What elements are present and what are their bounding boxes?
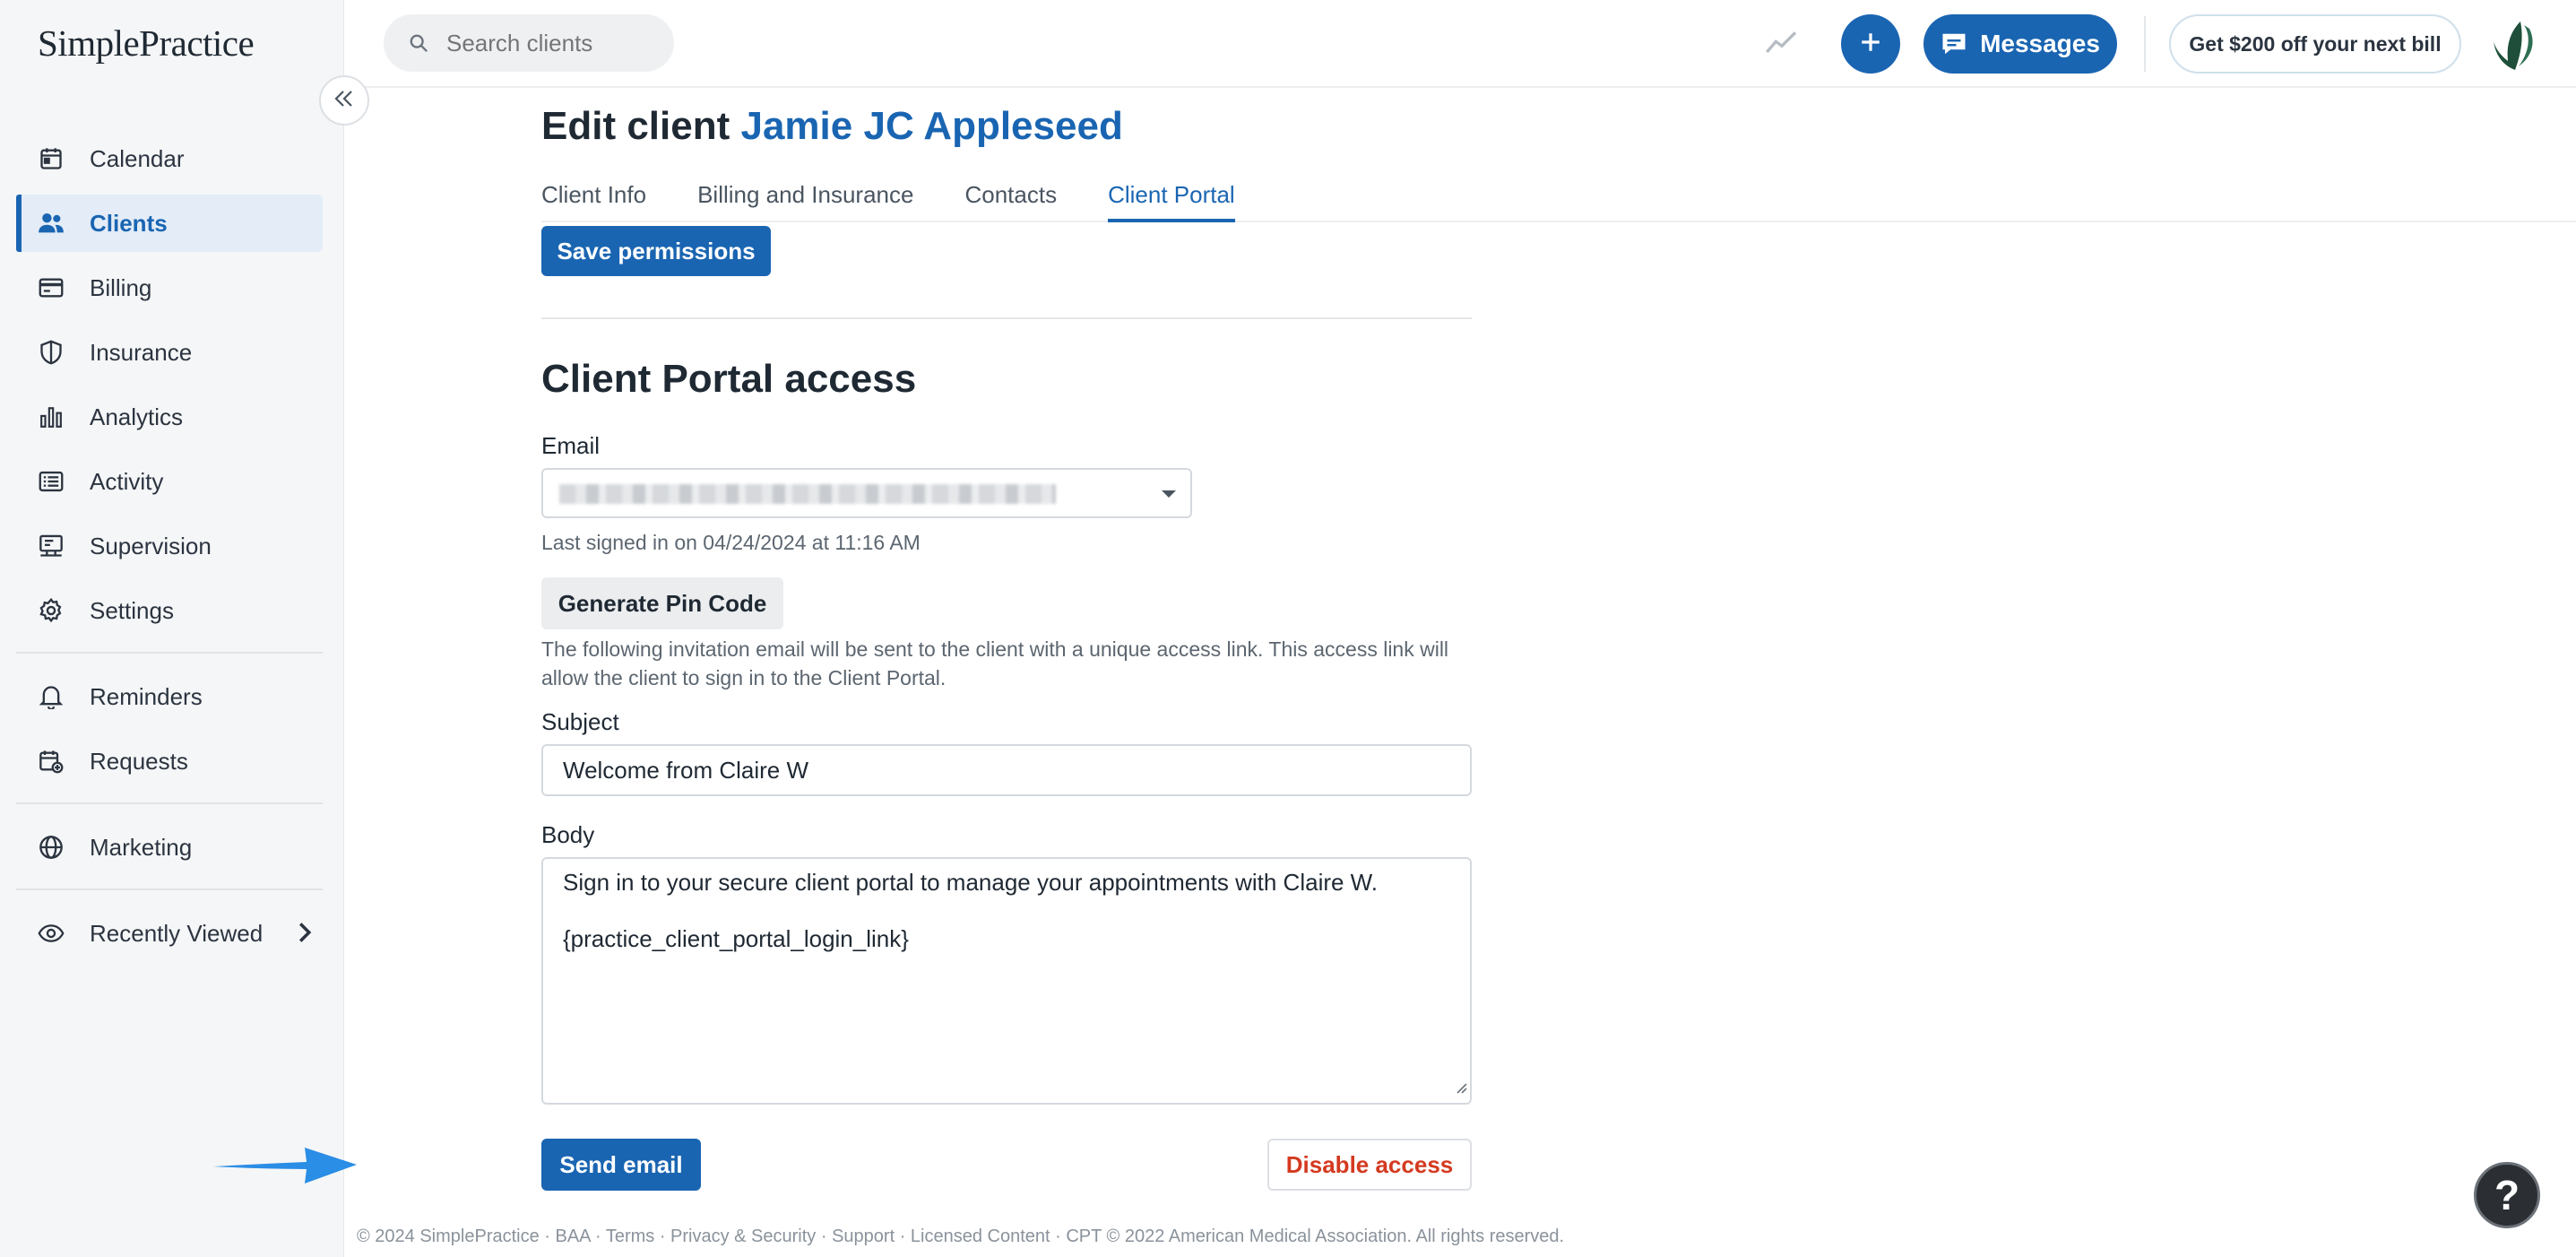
subject-input[interactable]: Welcome from Claire W bbox=[541, 744, 1472, 796]
last-signed-in-text: Last signed in on 04/24/2024 at 11:16 AM bbox=[541, 531, 921, 554]
tab-bar: Client Info Billing and Insurance Contac… bbox=[541, 181, 2576, 222]
search-icon bbox=[409, 33, 428, 53]
billing-icon bbox=[36, 273, 66, 303]
bar-chart-icon bbox=[36, 402, 66, 432]
sidebar-item-analytics[interactable]: Analytics bbox=[16, 388, 323, 446]
account-avatar[interactable] bbox=[2485, 16, 2542, 74]
sidebar-item-activity[interactable]: Activity bbox=[16, 453, 323, 510]
generate-pin-code-button[interactable]: Generate Pin Code bbox=[541, 577, 783, 629]
bell-icon bbox=[36, 681, 66, 712]
body-line: Sign in to your secure client portal to … bbox=[563, 869, 1379, 896]
sidebar-nav: Calendar Clients Billing Insurance Analy… bbox=[16, 130, 323, 969]
sidebar-item-label: Marketing bbox=[90, 833, 193, 861]
body-label: Body bbox=[541, 821, 595, 848]
top-bar: Messages Get $200 off your next bill bbox=[344, 0, 2576, 88]
sidebar-divider bbox=[16, 802, 323, 804]
sidebar-item-insurance[interactable]: Insurance bbox=[16, 324, 323, 381]
shield-icon bbox=[36, 337, 66, 368]
sidebar-item-label: Billing bbox=[90, 273, 152, 301]
sidebar-item-label: Activity bbox=[90, 467, 164, 495]
create-new-button[interactable] bbox=[1841, 14, 1900, 74]
resize-handle-icon[interactable] bbox=[1454, 1072, 1468, 1101]
topbar-divider bbox=[2144, 16, 2146, 72]
body-line: {practice_client_portal_login_link} bbox=[563, 925, 909, 952]
email-select[interactable] bbox=[541, 468, 1192, 518]
save-permissions-button[interactable]: Save permissions bbox=[541, 226, 771, 276]
footer-text: © 2024 SimplePractice · BAA · Terms · Pr… bbox=[357, 1227, 1565, 1246]
chevron-right-icon bbox=[298, 921, 312, 950]
tab-client-portal[interactable]: Client Portal bbox=[1108, 181, 1235, 222]
tab-contacts[interactable]: Contacts bbox=[964, 181, 1057, 222]
sidebar-item-label: Settings bbox=[90, 596, 174, 624]
calendar-add-icon bbox=[36, 746, 66, 776]
supervision-icon bbox=[36, 531, 66, 561]
sidebar-item-label: Analytics bbox=[90, 403, 184, 430]
eye-icon bbox=[36, 918, 66, 949]
page-title: Edit client Jamie JC Appleseed bbox=[541, 104, 1123, 149]
globe-icon bbox=[36, 832, 66, 863]
trend-chart-icon[interactable] bbox=[1764, 25, 1800, 65]
gear-icon bbox=[36, 595, 66, 626]
redacted-email-value bbox=[559, 484, 1056, 504]
sidebar-item-calendar[interactable]: Calendar bbox=[16, 130, 323, 187]
plus-icon bbox=[1859, 30, 1882, 58]
search-input[interactable] bbox=[445, 28, 642, 58]
pointer-arrow-icon bbox=[210, 1137, 360, 1197]
body-textarea[interactable]: Sign in to your secure client portal to … bbox=[541, 857, 1472, 1105]
sidebar-item-settings[interactable]: Settings bbox=[16, 582, 323, 639]
caret-down-icon bbox=[1160, 488, 1178, 504]
client-name-link[interactable]: Jamie JC Appleseed bbox=[740, 104, 1122, 148]
sidebar-item-marketing[interactable]: Marketing bbox=[16, 819, 323, 876]
sidebar-item-label: Requests bbox=[90, 747, 188, 775]
sidebar-item-label: Calendar bbox=[90, 144, 185, 172]
tab-billing-and-insurance[interactable]: Billing and Insurance bbox=[697, 181, 913, 222]
chat-bubble-icon bbox=[1941, 31, 1967, 56]
simplepractice-logo[interactable]: SimplePractice bbox=[38, 22, 255, 75]
sidebar-item-recently-viewed[interactable]: Recently Viewed bbox=[16, 905, 323, 962]
clients-icon bbox=[36, 208, 66, 238]
collapse-sidebar-button[interactable] bbox=[319, 75, 369, 126]
sidebar: SimplePractice Calendar Clients Billing … bbox=[0, 0, 344, 1257]
promo-button[interactable]: Get $200 off your next bill bbox=[2169, 14, 2461, 74]
sidebar-item-reminders[interactable]: Reminders bbox=[16, 668, 323, 725]
sidebar-item-billing[interactable]: Billing bbox=[16, 259, 323, 316]
tab-client-info[interactable]: Client Info bbox=[541, 181, 646, 222]
sidebar-item-requests[interactable]: Requests bbox=[16, 733, 323, 790]
sidebar-divider bbox=[16, 889, 323, 890]
sidebar-item-label: Reminders bbox=[90, 682, 203, 710]
invitation-description: The following invitation email will be s… bbox=[541, 637, 1449, 689]
main-content: Edit client Jamie JC Appleseed Client In… bbox=[213, 88, 2576, 1257]
subject-label: Subject bbox=[541, 708, 619, 735]
list-icon bbox=[36, 466, 66, 497]
sidebar-item-supervision[interactable]: Supervision bbox=[16, 517, 323, 575]
messages-label: Messages bbox=[1980, 30, 2100, 57]
sidebar-item-label: Supervision bbox=[90, 532, 212, 559]
help-button[interactable]: ? bbox=[2474, 1162, 2540, 1228]
sidebar-item-label: Clients bbox=[90, 209, 168, 237]
section-title: Client Portal access bbox=[541, 357, 917, 401]
section-divider bbox=[541, 317, 1472, 319]
calendar-icon bbox=[36, 143, 66, 174]
disable-access-button[interactable]: Disable access bbox=[1267, 1139, 1472, 1191]
sidebar-item-label: Recently Viewed bbox=[90, 919, 264, 947]
messages-button[interactable]: Messages bbox=[1923, 14, 2117, 74]
search-box[interactable] bbox=[384, 14, 674, 72]
sidebar-item-clients[interactable]: Clients bbox=[16, 195, 323, 252]
sidebar-item-label: Insurance bbox=[90, 338, 193, 366]
send-email-button[interactable]: Send email bbox=[541, 1139, 701, 1191]
sidebar-divider bbox=[16, 652, 323, 654]
email-label: Email bbox=[541, 432, 601, 459]
double-chevron-left-icon bbox=[334, 90, 354, 112]
page-title-prefix: Edit client bbox=[541, 104, 730, 148]
